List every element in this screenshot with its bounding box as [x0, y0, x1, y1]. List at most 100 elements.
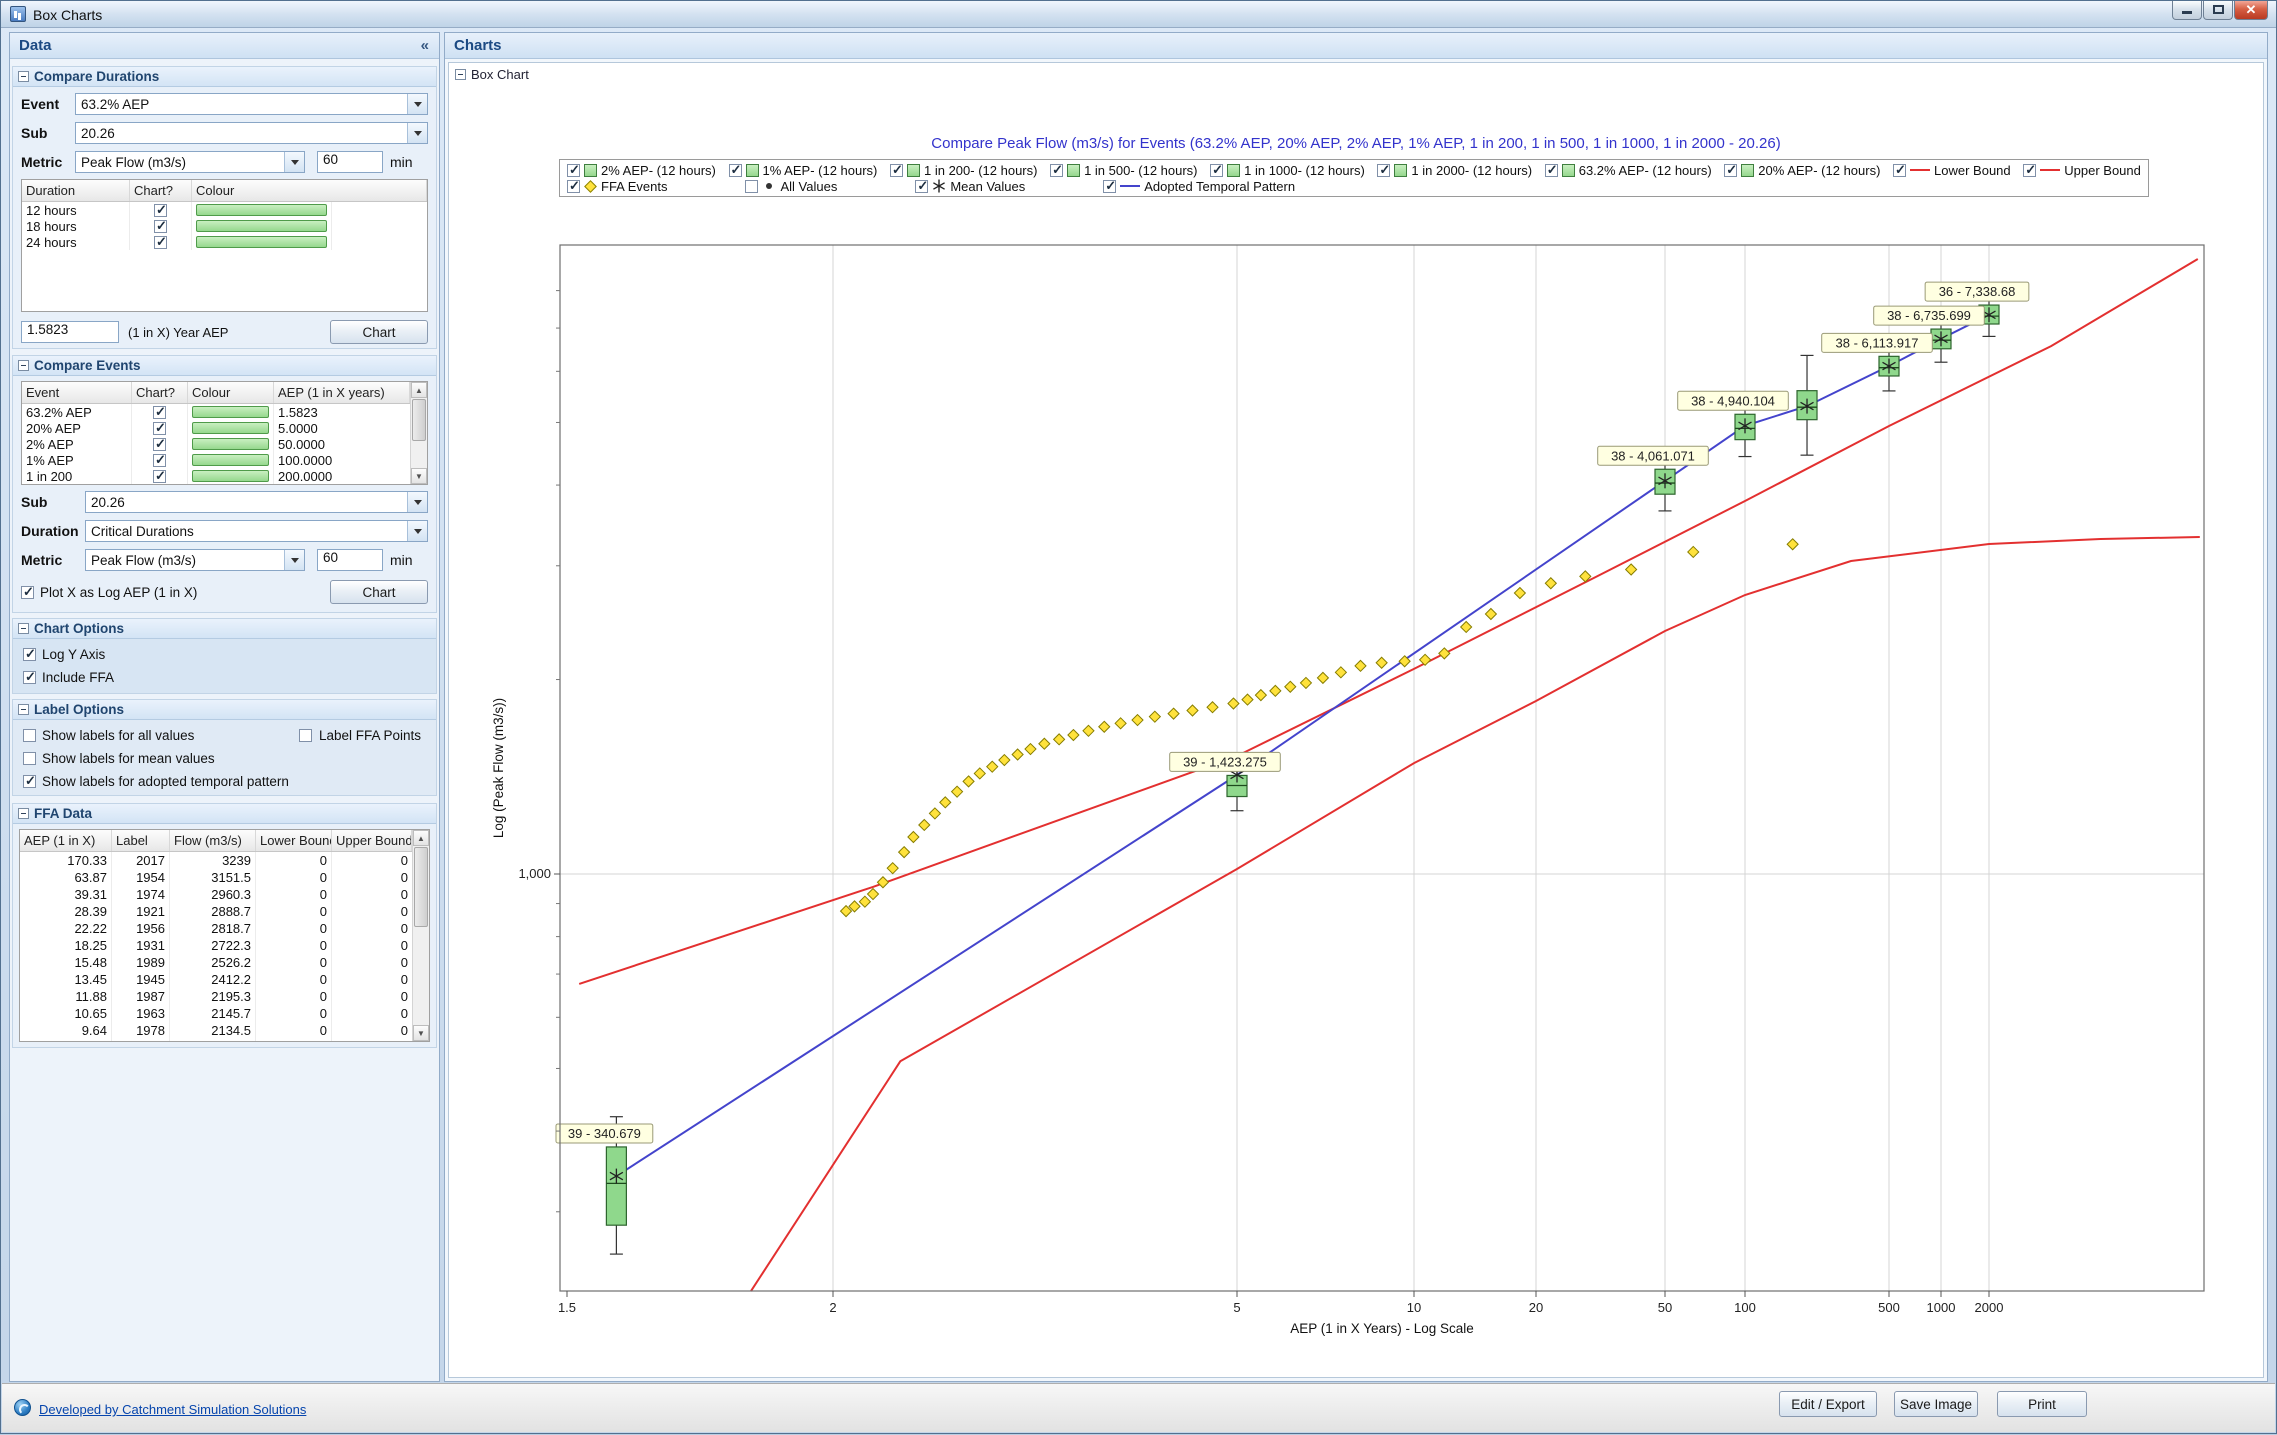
column-header-lower-bound[interactable]: Lower Bound	[256, 830, 332, 851]
table-row[interactable]: 170.332017323900	[20, 852, 412, 869]
checkbox[interactable]	[567, 180, 580, 193]
chevron-down-icon[interactable]	[407, 123, 427, 143]
column-header-aep[interactable]: AEP (1 in X years)	[274, 382, 410, 403]
collapse-section-icon[interactable]	[455, 69, 466, 80]
chevron-down-icon[interactable]	[407, 521, 427, 541]
checkbox[interactable]	[915, 180, 928, 193]
checkbox[interactable]	[890, 164, 903, 177]
table-row[interactable]: 39.3119742960.300	[20, 886, 412, 903]
include-ffa-checkbox[interactable]	[23, 671, 36, 684]
checkbox[interactable]	[1210, 164, 1223, 177]
table-row[interactable]: 9.6419782134.500	[20, 1022, 412, 1039]
column-header-colour[interactable]: Colour	[192, 180, 427, 201]
checkbox[interactable]	[154, 220, 167, 233]
chevron-down-icon[interactable]	[407, 492, 427, 512]
table-row[interactable]: 8.8119352123.300	[20, 1039, 412, 1042]
checkbox[interactable]	[153, 406, 166, 419]
metric-combo[interactable]: Peak Flow (m3/s)	[75, 151, 305, 173]
ffa-scrollbar[interactable]: ▲ ▼	[412, 830, 429, 1041]
table-row[interactable]: 15.4819892526.200	[20, 954, 412, 971]
column-header-label[interactable]: Label	[112, 830, 170, 851]
labels-adopted-pattern-checkbox[interactable]	[23, 775, 36, 788]
table-row[interactable]: 1 in 200200.0000	[22, 468, 410, 484]
checkbox[interactable]	[1724, 164, 1737, 177]
save-image-button[interactable]: Save Image	[1894, 1391, 1978, 1417]
column-header-duration[interactable]: Duration	[22, 180, 130, 201]
chart-options-header[interactable]: Chart Options	[13, 619, 436, 639]
events-metric-combo[interactable]: Peak Flow (m3/s)	[85, 549, 305, 571]
table-row[interactable]: 12 hours	[22, 202, 427, 218]
column-header-flow[interactable]: Flow (m3/s)	[170, 830, 256, 851]
scroll-up-arrow[interactable]: ▲	[413, 830, 429, 846]
table-row[interactable]: 18 hours	[22, 218, 427, 234]
checkbox[interactable]	[154, 236, 167, 249]
compare-durations-header[interactable]: Compare Durations	[13, 67, 436, 87]
checkbox[interactable]	[745, 180, 758, 193]
events-sub-combo[interactable]: 20.26	[85, 491, 428, 513]
checkbox[interactable]	[1377, 164, 1390, 177]
duration-combo[interactable]: Critical Durations	[85, 520, 428, 542]
print-button[interactable]: Print	[1997, 1391, 2087, 1417]
column-header-chart[interactable]: Chart?	[132, 382, 188, 403]
close-button[interactable]: ✕	[2234, 1, 2268, 20]
checkbox[interactable]	[1893, 164, 1906, 177]
chevron-down-icon[interactable]	[407, 94, 427, 114]
table-row[interactable]: 28.3919212888.700	[20, 903, 412, 920]
chart-events-button[interactable]: Chart	[330, 580, 428, 604]
table-row[interactable]: 22.2219562818.700	[20, 920, 412, 937]
checkbox[interactable]	[153, 422, 166, 435]
scroll-up-arrow[interactable]: ▲	[411, 382, 427, 398]
collapse-section-icon[interactable]	[18, 360, 29, 371]
table-row[interactable]: 63.8719543151.500	[20, 869, 412, 886]
scrollbar-thumb[interactable]	[414, 847, 428, 927]
checkbox[interactable]	[1545, 164, 1558, 177]
collapse-section-icon[interactable]	[18, 808, 29, 819]
checkbox[interactable]	[154, 204, 167, 217]
checkbox[interactable]	[2023, 164, 2036, 177]
ffa-data-header[interactable]: FFA Data	[13, 804, 436, 824]
label-ffa-points-checkbox[interactable]	[299, 729, 312, 742]
table-row[interactable]: 24 hours	[22, 234, 427, 250]
column-header-colour[interactable]: Colour	[188, 382, 274, 403]
scroll-down-arrow[interactable]: ▼	[411, 468, 427, 484]
labels-mean-values-checkbox[interactable]	[23, 752, 36, 765]
column-header-upper-bound[interactable]: Upper Bound	[332, 830, 412, 851]
chevron-down-icon[interactable]	[284, 152, 304, 172]
event-combo[interactable]: 63.2% AEP	[75, 93, 428, 115]
table-row[interactable]: 1 in 500500.0000	[22, 484, 410, 485]
chart-durations-button[interactable]: Chart	[330, 320, 428, 344]
table-row[interactable]: 63.2% AEP1.5823	[22, 404, 410, 420]
minimize-button[interactable]	[2172, 1, 2202, 20]
scroll-down-arrow[interactable]: ▼	[413, 1025, 429, 1041]
label-options-header[interactable]: Label Options	[13, 700, 436, 720]
labels-all-values-checkbox[interactable]	[23, 729, 36, 742]
checkbox[interactable]	[153, 438, 166, 451]
checkbox[interactable]	[153, 470, 166, 483]
minutes-input[interactable]: 60	[317, 151, 383, 173]
column-header-event[interactable]: Event	[22, 382, 132, 403]
collapse-panel-button[interactable]: «	[421, 33, 429, 59]
checkbox[interactable]	[1103, 180, 1116, 193]
log-y-axis-checkbox[interactable]	[23, 648, 36, 661]
collapse-section-icon[interactable]	[18, 623, 29, 634]
collapse-section-icon[interactable]	[18, 71, 29, 82]
table-row[interactable]: 20% AEP5.0000	[22, 420, 410, 436]
table-row[interactable]: 10.6519632145.700	[20, 1005, 412, 1022]
scrollbar-thumb[interactable]	[412, 399, 426, 441]
table-row[interactable]: 13.4519452412.200	[20, 971, 412, 988]
compare-events-header[interactable]: Compare Events	[13, 356, 436, 376]
checkbox[interactable]	[1050, 164, 1063, 177]
chevron-down-icon[interactable]	[284, 550, 304, 570]
table-row[interactable]: 1% AEP100.0000	[22, 452, 410, 468]
developer-link[interactable]: Developed by Catchment Simulation Soluti…	[39, 1402, 306, 1417]
events-scrollbar[interactable]: ▲ ▼	[410, 382, 427, 484]
checkbox[interactable]	[153, 454, 166, 467]
aep-year-input[interactable]: 1.5823	[21, 321, 119, 343]
collapse-section-icon[interactable]	[18, 704, 29, 715]
edit-export-button[interactable]: Edit / Export	[1779, 1391, 1877, 1417]
column-header-aep[interactable]: AEP (1 in X)	[20, 830, 112, 851]
table-row[interactable]: 18.2519312722.300	[20, 937, 412, 954]
sub-combo[interactable]: 20.26	[75, 122, 428, 144]
column-header-chart[interactable]: Chart?	[130, 180, 192, 201]
checkbox[interactable]	[567, 164, 580, 177]
